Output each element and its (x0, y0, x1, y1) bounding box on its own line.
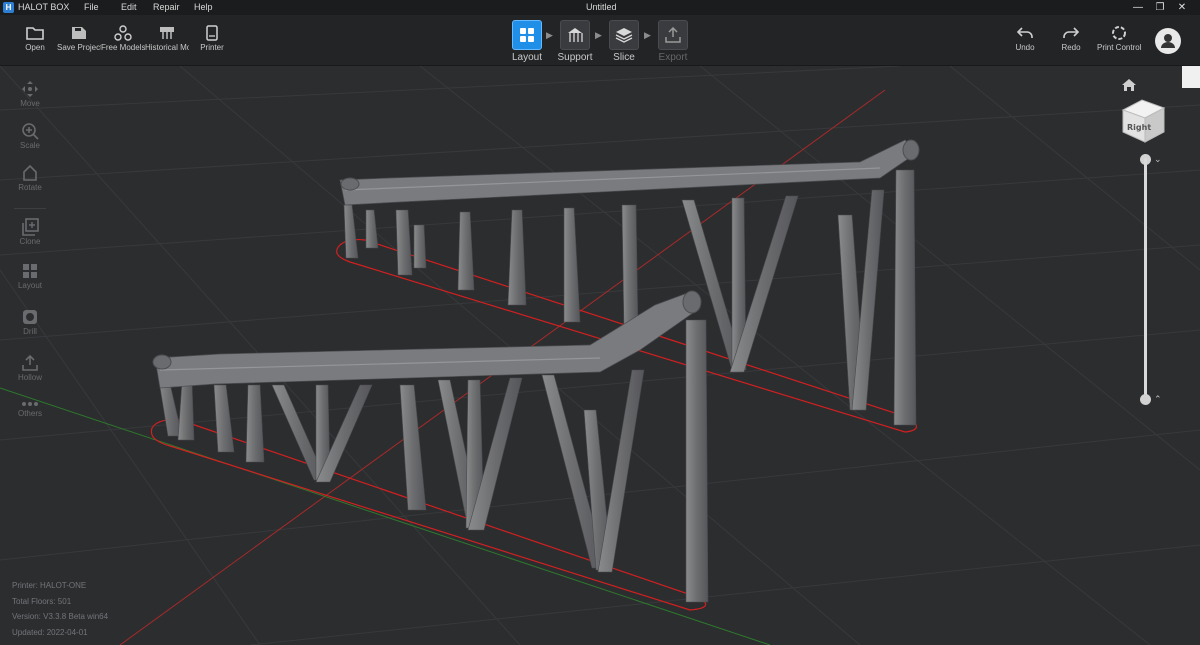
free-models-button[interactable]: Free Models (101, 15, 145, 66)
step-layout-button[interactable] (512, 20, 542, 50)
home-view-icon[interactable] (1122, 79, 1136, 91)
auto-layout-icon (23, 264, 37, 278)
step-arrow-icon: ▶ (644, 30, 651, 40)
updated-date: Updated: 2022-04-01 (12, 627, 88, 637)
drill-icon (23, 310, 37, 324)
save-project-icon (72, 27, 86, 39)
printer-label: Printer (200, 43, 224, 52)
historical-models-button[interactable]: Historical Models (145, 15, 189, 66)
title-bar: H HALOT BOX File Edit Repair Help Untitl… (0, 0, 1200, 15)
rotate-tool[interactable]: Rotate (10, 164, 50, 192)
y-axis-line (0, 387, 771, 645)
hollow-tool[interactable]: Hollow (10, 354, 50, 382)
rotate-icon (23, 164, 37, 181)
auto-layout-label: Layout (17, 281, 43, 290)
document-title: Untitled (586, 2, 617, 12)
move-label: Move (20, 99, 40, 108)
main-toolbar: Open Save Project Free Models Historical… (0, 15, 1200, 66)
others-tool[interactable]: Others (10, 400, 50, 418)
menu-help[interactable]: Help (194, 2, 213, 12)
menu-edit[interactable]: Edit (121, 2, 137, 12)
support-icon (568, 28, 583, 42)
save-project-label: Save Project (57, 43, 101, 52)
rotate-label: Rotate (18, 183, 42, 192)
model-front[interactable] (152, 290, 709, 603)
clone-label: Clone (19, 237, 41, 246)
printer-name: Printer: HALOT-ONE (12, 581, 87, 590)
move-icon (22, 81, 38, 97)
redo-label: Redo (1061, 43, 1081, 52)
undo-button[interactable]: Undo (1003, 15, 1047, 66)
scale-tool[interactable]: Scale (10, 122, 50, 150)
auto-layout-tool[interactable]: Layout (10, 262, 50, 290)
free-models-icon (114, 25, 132, 41)
3d-viewport[interactable]: Move Scale Rotate Clone Layout Drill Hol… (0, 66, 1200, 645)
close-button[interactable]: ✕ (1172, 0, 1192, 15)
user-avatar-button[interactable] (1155, 28, 1181, 54)
step-arrow-icon: ▶ (595, 30, 602, 40)
step-export-label: Export (658, 52, 688, 63)
save-project-button[interactable]: Save Project (57, 15, 101, 66)
app-logo-icon: H (3, 2, 14, 13)
hollow-icon (22, 354, 38, 371)
undo-label: Undo (1015, 43, 1035, 52)
move-tool[interactable]: Move (10, 80, 50, 108)
slice-icon (615, 28, 633, 43)
print-control-label: Print Control (1097, 43, 1141, 52)
menu-repair[interactable]: Repair (153, 2, 180, 12)
step-slice-button[interactable] (609, 20, 639, 50)
export-icon (665, 27, 681, 43)
layer-slider-bottom-knob[interactable] (1140, 394, 1151, 405)
printer-info: Printer: HALOT-ONE Total Floors: 501 Ver… (12, 578, 108, 640)
printer-icon (206, 25, 218, 41)
total-floors: Total Floors: 501 (12, 596, 72, 606)
right-scrollbar[interactable] (1182, 66, 1200, 88)
chevron-down-icon[interactable]: ⌄ (1154, 154, 1162, 165)
printer-button[interactable]: Printer (190, 15, 234, 66)
build-plate-scene[interactable] (0, 66, 1200, 645)
user-icon (1161, 34, 1175, 48)
undo-icon (1016, 27, 1033, 38)
hollow-label: Hollow (17, 373, 42, 382)
clone-tool[interactable]: Clone (10, 218, 50, 246)
app-name: HALOT BOX (18, 2, 70, 12)
view-cube[interactable]: Right (1118, 96, 1168, 146)
restore-button[interactable]: ❐ (1150, 0, 1170, 15)
folder-icon (26, 27, 44, 40)
others-icon (22, 402, 38, 406)
halot-box-window: H HALOT BOX File Edit Repair Help Untitl… (0, 0, 1200, 645)
step-export-button[interactable] (658, 20, 688, 50)
redo-button[interactable]: Redo (1049, 15, 1093, 66)
open-button[interactable]: Open (13, 15, 57, 66)
historical-models-icon (160, 27, 174, 39)
scale-label: Scale (19, 141, 40, 150)
view-cube-face-label: Right (1127, 123, 1151, 132)
others-label: Others (17, 409, 42, 418)
minimize-button[interactable]: — (1128, 0, 1148, 15)
redo-icon (1063, 27, 1080, 38)
chevron-up-icon[interactable]: ⌃ (1154, 394, 1162, 405)
version-info: Version: V3.3.8 Beta win64 (12, 612, 109, 621)
drill-tool[interactable]: Drill (10, 308, 50, 336)
step-support-button[interactable] (560, 20, 590, 50)
open-label: Open (25, 43, 45, 52)
step-arrow-icon: ▶ (546, 30, 553, 40)
print-control-icon (1112, 26, 1126, 40)
historical-models-label: Historical Models (145, 43, 189, 52)
clone-icon (22, 218, 39, 236)
tool-divider (14, 208, 46, 209)
menu-file[interactable]: File (84, 2, 99, 12)
layer-slider-track[interactable] (1144, 158, 1147, 400)
free-models-label: Free Models (101, 43, 145, 52)
layout-icon (520, 28, 534, 42)
scale-icon (22, 123, 39, 140)
drill-label: Drill (23, 327, 37, 336)
print-control-button[interactable]: Print Control (1097, 15, 1141, 66)
